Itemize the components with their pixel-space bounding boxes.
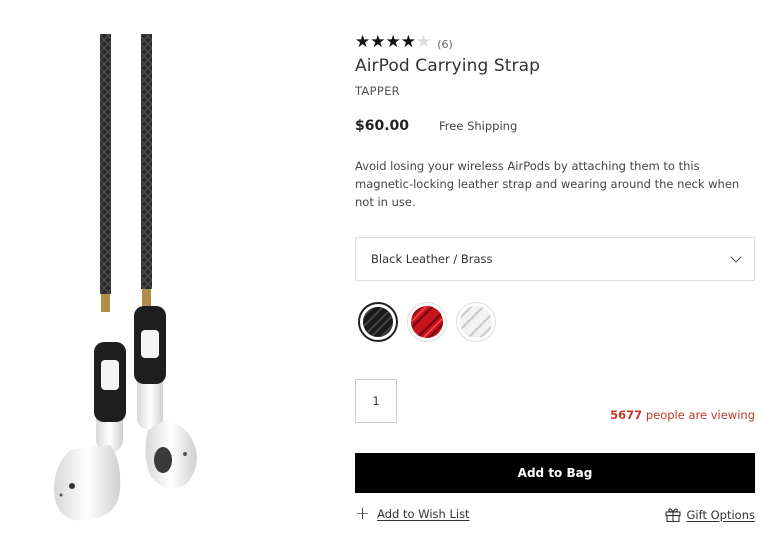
- chevron-down-icon: [730, 251, 742, 263]
- price-row: $60.00 Free Shipping: [355, 118, 755, 134]
- variant-select[interactable]: Black Leather / Brass: [355, 237, 755, 281]
- star-rating-icon: ★★★★★ ★★★★★: [355, 32, 432, 52]
- product-image: [0, 0, 330, 539]
- gift-options-link[interactable]: Gift Options: [664, 507, 756, 522]
- brand-name[interactable]: TAPPER: [355, 84, 755, 98]
- product-description: Avoid losing your wireless AirPods by at…: [355, 159, 740, 209]
- variant-select-value: Black Leather / Brass: [371, 252, 493, 266]
- gift-icon: [664, 508, 681, 522]
- price: $60.00: [355, 118, 410, 134]
- viewing-count: 5677 people are viewing: [610, 408, 755, 422]
- swatch-black[interactable]: [358, 302, 398, 342]
- product-details: ★★★★★ ★★★★★ (6) AirPod Carrying Strap TA…: [355, 32, 755, 523]
- rating[interactable]: ★★★★★ ★★★★★ (6): [355, 32, 755, 52]
- wish-list-label: Add to Wish List: [377, 507, 470, 521]
- review-count[interactable]: (6): [437, 38, 453, 51]
- add-to-wish-list-link[interactable]: + Add to Wish List: [355, 503, 470, 524]
- quantity-input[interactable]: 1: [355, 379, 397, 423]
- viewing-number: 5677: [610, 408, 643, 422]
- add-to-bag-button[interactable]: Add to Bag: [355, 453, 755, 493]
- color-swatches: [358, 302, 496, 342]
- swatch-white[interactable]: [456, 302, 496, 342]
- plus-icon: +: [355, 503, 371, 524]
- swatch-red[interactable]: [407, 302, 447, 342]
- product-title: AirPod Carrying Strap: [355, 56, 541, 76]
- gift-options-label: Gift Options: [686, 507, 756, 522]
- viewing-text: people are viewing: [642, 408, 755, 422]
- shipping-info: Free Shipping: [439, 119, 518, 133]
